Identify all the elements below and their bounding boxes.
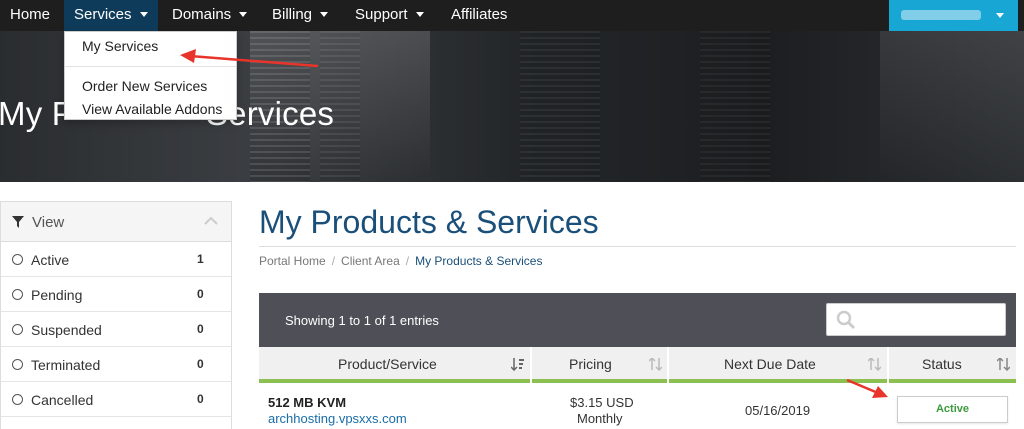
breadcrumb-separator: / (405, 254, 410, 268)
filter-item-terminated[interactable]: Terminated 0 (1, 347, 231, 382)
sort-icon[interactable] (868, 358, 881, 371)
column-header-product[interactable]: Product/Service (259, 347, 530, 383)
breadcrumb: Portal Home / Client Area / My Products & Se… (259, 254, 542, 268)
chevron-down-icon (239, 11, 248, 17)
column-label: Next Due Date (724, 356, 816, 372)
sort-icon[interactable] (649, 358, 662, 371)
filter-item-label: Active (31, 252, 70, 268)
title-divider (259, 246, 1016, 247)
product-domain-link[interactable]: archhosting.vpsxxs.com (268, 411, 407, 426)
filter-panel-header[interactable]: View (1, 202, 231, 242)
breadcrumb-separator: / (331, 254, 336, 268)
filter-item-label: Suspended (31, 322, 102, 338)
radio-icon[interactable] (12, 359, 23, 370)
radio-icon[interactable] (12, 324, 23, 335)
filter-item-count: 0 (197, 357, 204, 371)
filter-item-cancelled[interactable]: Cancelled 0 (1, 382, 231, 417)
chevron-down-icon (139, 11, 148, 17)
nav-services[interactable]: Services (64, 0, 158, 31)
column-header-next-due-date[interactable]: Next Due Date (669, 347, 887, 383)
search-icon (836, 310, 856, 330)
column-label: Status (922, 356, 962, 372)
sort-desc-icon[interactable] (511, 358, 524, 371)
nav-affiliates-label: Affiliates (451, 6, 508, 23)
nav-home-label: Home (10, 6, 51, 23)
server-rack-decoration (700, 31, 770, 182)
filter-item-label: Terminated (31, 357, 101, 373)
column-header-pricing[interactable]: Pricing (532, 347, 667, 383)
nav-services-label: Services (74, 6, 132, 23)
light-decoration (880, 31, 1024, 182)
product-name: 512 MB KVM (268, 395, 347, 410)
nav-support-label: Support (355, 6, 408, 23)
breadcrumb-portal-home[interactable]: Portal Home (259, 254, 326, 268)
filter-item-count: 0 (197, 287, 204, 301)
filter-panel-title: View (32, 214, 65, 231)
table-toolbar: Showing 1 to 1 of 1 entries (259, 293, 1016, 347)
menu-item-view-addons[interactable]: View Available Addons (82, 101, 222, 117)
filter-item-label: Pending (31, 287, 83, 303)
nav-affiliates[interactable]: Affiliates (441, 0, 517, 31)
menu-item-my-services[interactable]: My Services (82, 38, 158, 54)
billing-cycle: Monthly (577, 411, 623, 426)
status-filter-panel: View Active 1 Pending 0 Suspended 0 Termina… (0, 201, 232, 429)
column-label: Pricing (569, 356, 612, 372)
filter-item-count: 0 (197, 322, 204, 336)
next-due-date: 05/16/2019 (745, 403, 811, 418)
column-label: Product/Service (338, 356, 437, 372)
page-title: My Products & Services (259, 204, 599, 240)
price-amount: $3.15 USD (570, 395, 634, 410)
chevron-up-icon[interactable] (204, 216, 218, 225)
nav-domains-label: Domains (172, 6, 232, 23)
status-badge: Active (897, 396, 1008, 423)
menu-divider (65, 66, 236, 67)
radio-icon[interactable] (12, 289, 23, 300)
column-header-status[interactable]: Status (889, 347, 1016, 383)
chevron-down-icon (415, 11, 424, 17)
filter-item-pending[interactable]: Pending 0 (1, 277, 231, 312)
filter-item-count: 1 (197, 252, 204, 266)
top-navbar: Home Services Domains Billing Support Af… (0, 0, 1024, 31)
account-name-redacted (901, 10, 981, 20)
breadcrumb-current: My Products & Services (415, 254, 543, 268)
sort-icon[interactable] (997, 358, 1010, 371)
menu-item-order-new-services[interactable]: Order New Services (82, 78, 207, 94)
nav-billing-label: Billing (272, 6, 313, 23)
nav-domains[interactable]: Domains (162, 0, 257, 31)
chevron-down-icon (996, 13, 1004, 18)
radio-icon[interactable] (12, 394, 23, 405)
filter-item-suspended[interactable]: Suspended 0 (1, 312, 231, 347)
breadcrumb-client-area[interactable]: Client Area (341, 254, 400, 268)
hero-title-left: My P (0, 95, 74, 132)
chevron-down-icon (320, 11, 329, 17)
entries-info: Showing 1 to 1 of 1 entries (285, 313, 439, 328)
filter-item-label: Cancelled (31, 392, 94, 408)
server-rack-decoration (520, 31, 600, 182)
filter-icon (12, 216, 24, 228)
radio-icon[interactable] (12, 254, 23, 265)
filter-item-active[interactable]: Active 1 (1, 242, 231, 277)
nav-support[interactable]: Support (345, 0, 434, 31)
account-menu-button[interactable] (889, 0, 1018, 31)
nav-billing[interactable]: Billing (262, 0, 338, 31)
services-dropdown-menu: My Services Order New Services View Avai… (64, 31, 237, 120)
filter-item-count: 0 (197, 392, 204, 406)
nav-home[interactable]: Home (0, 0, 60, 31)
